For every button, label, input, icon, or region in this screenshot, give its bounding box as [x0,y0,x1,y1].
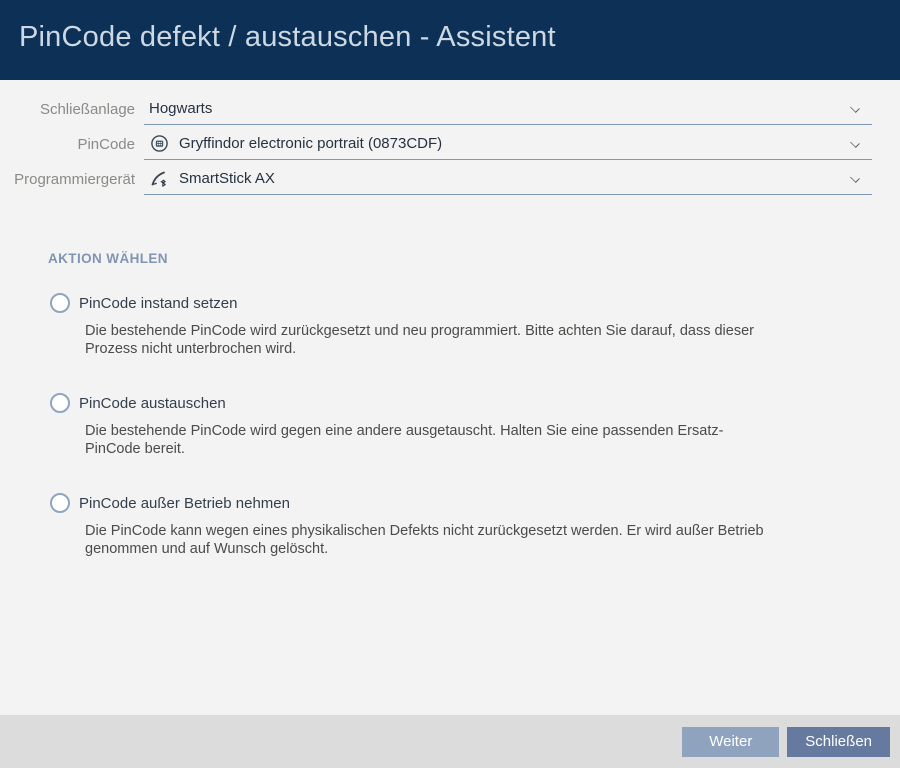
radio-circle-icon[interactable] [50,393,70,413]
programmiergeraet-label: Programmiergerät [0,171,135,195]
form-row-schliessanlage: Schließanlage Hogwarts [0,90,872,125]
schliessanlage-dropdown[interactable]: Hogwarts [144,94,872,125]
action-section-heading: AKTION WÄHLEN [48,251,900,266]
option-description: Die bestehende PinCode wird zurückgesetz… [85,323,775,358]
option-pincode-instand-setzen: PinCode instand setzen Die bestehende Pi… [50,293,900,358]
pincode-keypad-icon [149,133,170,154]
form-row-programmiergeraet: Programmiergerät SmartStick AX [0,160,872,195]
option-label: PinCode außer Betrieb nehmen [79,495,290,512]
schliessen-button[interactable]: Schließen [787,727,890,757]
radio-circle-icon[interactable] [50,493,70,513]
radio-pincode-instand-setzen[interactable]: PinCode instand setzen [50,293,900,313]
chevron-down-icon[interactable] [850,138,860,148]
option-label: PinCode austauschen [79,395,226,412]
schliessanlage-label: Schließanlage [0,101,135,125]
chevron-down-icon[interactable] [850,103,860,113]
wizard-content: Schließanlage Hogwarts PinCode [0,80,900,715]
pincode-value: Gryffindor electronic portrait (0873CDF) [179,135,850,152]
programming-device-bluetooth-icon [149,168,170,189]
window-title: PinCode defekt / austauschen - Assistent [19,21,556,54]
form-row-pincode: PinCode Gryff [0,125,872,160]
chevron-down-icon[interactable] [850,173,860,183]
programmiergeraet-value: SmartStick AX [179,170,850,187]
option-pincode-ausser-betrieb: PinCode außer Betrieb nehmen Die PinCode… [50,493,900,558]
pincode-label: PinCode [0,136,135,160]
option-pincode-austauschen: PinCode austauschen Die bestehende PinCo… [50,393,900,458]
schliessanlage-value: Hogwarts [149,100,850,117]
option-description: Die bestehende PinCode wird gegen eine a… [85,423,775,458]
titlebar: PinCode defekt / austauschen - Assistent [0,0,900,80]
radio-circle-icon[interactable] [50,293,70,313]
radio-pincode-austauschen[interactable]: PinCode austauschen [50,393,900,413]
wizard-window: PinCode defekt / austauschen - Assistent… [0,0,900,768]
programmiergeraet-dropdown[interactable]: SmartStick AX [144,164,872,195]
option-label: PinCode instand setzen [79,295,237,312]
radio-pincode-ausser-betrieb[interactable]: PinCode außer Betrieb nehmen [50,493,900,513]
option-description: Die PinCode kann wegen eines physikalisc… [85,523,775,558]
footer-bar: Weiter Schließen [0,715,900,768]
weiter-button[interactable]: Weiter [682,727,779,757]
pincode-dropdown[interactable]: Gryffindor electronic portrait (0873CDF) [144,129,872,160]
form-rows: Schließanlage Hogwarts PinCode [0,80,900,195]
